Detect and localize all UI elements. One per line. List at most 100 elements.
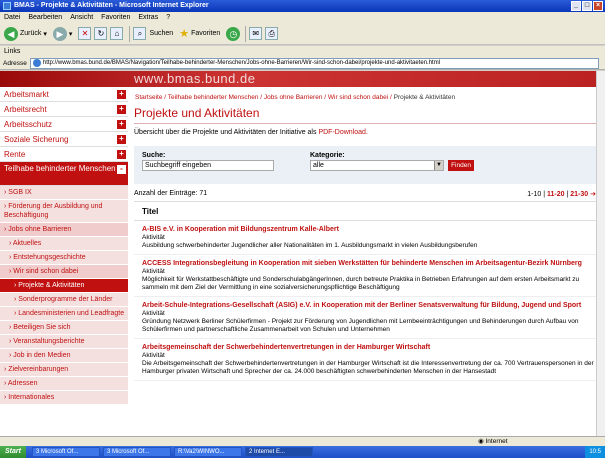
sidebar-item-arbeitsschutz[interactable]: Arbeitsschutz +: [0, 117, 128, 132]
plus-icon: +: [117, 150, 126, 159]
page-title: Projekte und Aktivitäten: [134, 106, 596, 124]
search-label: Suchen: [149, 30, 174, 37]
menu-extras[interactable]: Extras: [138, 12, 158, 23]
links-label[interactable]: Links: [4, 48, 20, 55]
sidebar-subitem-wir-sind-schon-dabei[interactable]: › Wir sind schon dabei: [0, 265, 128, 279]
sidebar-item-label: Soziale Sicherung: [4, 135, 69, 144]
category-select[interactable]: alle ▼: [310, 160, 444, 171]
home-icon[interactable]: ⌂: [110, 27, 124, 40]
pdf-download-link[interactable]: PDF-Download.: [318, 129, 367, 136]
breadcrumb-link[interactable]: Jobs ohne Barrieren: [264, 94, 323, 101]
sidebar-subitem-sonderprogramme[interactable]: › Sonderprogramme der Länder: [0, 293, 128, 307]
site-url-banner: www.bmas.bund.de: [134, 71, 256, 86]
sidebar-subitem-aktuelles[interactable]: › Aktuelles: [0, 237, 128, 251]
page-link[interactable]: 11-20: [547, 191, 565, 198]
result-title-link[interactable]: Arbeit-Schule-Integrations-Gesellschaft …: [142, 302, 596, 310]
address-label: Adresse: [3, 59, 27, 67]
sidebar-item-label: Teilhabe behinderter Menschen: [4, 164, 116, 173]
history-icon[interactable]: ◷: [226, 26, 241, 41]
window-titlebar: BMAS - Projekte & Aktivitäten - Microsof…: [0, 0, 605, 12]
sidebar-subitem-projekte[interactable]: › Projekte & Aktivitäten: [0, 279, 128, 293]
result-type: Aktivität: [142, 351, 165, 359]
sidebar-subitem-zielvereinbarungen[interactable]: › Zielvereinbarungen: [0, 363, 128, 377]
menu-bearbeiten[interactable]: Bearbeiten: [28, 12, 62, 23]
taskbar-button[interactable]: 2 Internet E...: [244, 447, 313, 457]
taskbar-button[interactable]: 3 Microsoft Of...: [31, 447, 100, 457]
menu-help[interactable]: ?: [166, 12, 170, 23]
favorites-button[interactable]: ★ Favoriten: [179, 27, 220, 40]
status-bar: ◉ Internet: [0, 436, 605, 446]
plus-icon: +: [117, 135, 126, 144]
toolbar: ◀ Zurück ▾ ▶ ▾ ✕ ↻ ⌂ ⌕ Suchen ★ Favorite…: [0, 23, 605, 45]
result-title-link[interactable]: ACCESS Integrationsbegleitung in Koopera…: [142, 260, 596, 268]
back-button[interactable]: ◀ Zurück ▾: [4, 26, 47, 41]
close-button[interactable]: ×: [593, 1, 603, 11]
zone-label: ◉ Internet: [478, 437, 508, 446]
category-label: Kategorie:: [310, 152, 345, 159]
result-title-link[interactable]: Arbeitsgemeinschaft der Schwerbehinderte…: [142, 344, 596, 352]
result-title-link[interactable]: A-BIS e.V. in Kooperation mit Bildungsze…: [142, 226, 596, 234]
stop-icon[interactable]: ✕: [78, 27, 92, 40]
sidebar-subitem-foerderung[interactable]: › Förderung der Ausbildung und Beschäfti…: [0, 200, 128, 223]
start-button[interactable]: Start: [0, 446, 26, 458]
taskbar: Start 3 Microsoft Of... 3 Microsoft Of..…: [0, 446, 605, 458]
menu-favoriten[interactable]: Favoriten: [101, 12, 130, 23]
sidebar-item-label: Arbeitsmarkt: [4, 90, 49, 99]
sidebar-subitem-job-medien[interactable]: › Job in den Medien: [0, 349, 128, 363]
sidebar-item-label: Arbeitsschutz: [4, 120, 53, 129]
address-bar: Adresse http://www.bmas.bund.de/BMAS/Nav…: [0, 57, 605, 70]
maximize-button[interactable]: □: [582, 1, 592, 11]
sidebar-subitem-jobs-ohne-barrieren[interactable]: › Jobs ohne Barrieren: [0, 223, 128, 237]
menu-ansicht[interactable]: Ansicht: [70, 12, 93, 23]
sidebar-subitem-entstehungsgeschichte[interactable]: › Entstehungsgeschichte: [0, 251, 128, 265]
breadcrumb-link[interactable]: Teilhabe behinderter Menschen: [168, 94, 259, 101]
sidebar-item-arbeitsmarkt[interactable]: Arbeitsmarkt +: [0, 87, 128, 102]
mail-icon[interactable]: ✉: [249, 27, 263, 40]
breadcrumb-link[interactable]: Wir sind schon dabei: [328, 94, 388, 101]
sidebar-item-arbeitsrecht[interactable]: Arbeitsrecht +: [0, 102, 128, 117]
search-input[interactable]: Suchbegriff eingeben: [142, 160, 274, 171]
chevron-down-icon: ▼: [434, 161, 443, 170]
breadcrumb: Startseite / Teilhabe behinderter Mensch…: [135, 94, 456, 101]
results-count: Anzahl der Einträge: 71: [134, 190, 208, 197]
sidebar-item-rente[interactable]: Rente +: [0, 147, 128, 162]
system-tray: 10:5: [585, 446, 605, 458]
list-item: Arbeitsgemeinschaft der Schwerbehinderte…: [134, 339, 596, 381]
site-banner: www.bmas.bund.de: [0, 71, 596, 87]
main-content: Startseite / Teilhabe behinderter Mensch…: [134, 87, 596, 436]
result-description: Die Arbeitsgemeinschaft der Schwerbehind…: [142, 359, 594, 376]
toolbar-separator: [245, 25, 247, 42]
result-description: Ausbildung schwerbehinderter Jugendliche…: [142, 242, 478, 249]
vertical-scrollbar[interactable]: [596, 71, 605, 436]
sidebar-subitem-sgb-ix[interactable]: › SGB IX: [0, 186, 128, 200]
taskbar-button[interactable]: 3 Microsoft Of...: [102, 447, 171, 457]
page-link[interactable]: 21-30: [570, 191, 588, 198]
find-button[interactable]: Finden: [448, 160, 474, 171]
sidebar-item-teilhabe[interactable]: Teilhabe behinderter Menschen -: [0, 162, 128, 186]
sidebar-subitem-adressen[interactable]: › Adressen: [0, 377, 128, 391]
search-button[interactable]: ⌕ Suchen: [133, 27, 173, 40]
sidebar-subitem-veranstaltungsberichte[interactable]: › Veranstaltungsberichte: [0, 335, 128, 349]
sidebar-item-label: Arbeitsrecht: [4, 105, 47, 114]
sidebar-subitem-landesministerien[interactable]: › Landesministerien und Leadfragte: [0, 307, 128, 321]
address-input[interactable]: http://www.bmas.bund.de/BMAS/Navigation/…: [29, 57, 599, 69]
taskbar-button[interactable]: R:\Va2\WINWO...: [173, 447, 242, 457]
back-arrow-icon: ◀: [4, 26, 18, 41]
breadcrumb-current: Projekte & Aktivitäten: [393, 94, 456, 101]
clock: 10:5: [589, 449, 601, 455]
menu-datei[interactable]: Datei: [4, 12, 20, 23]
refresh-icon[interactable]: ↻: [94, 27, 108, 40]
minimize-button[interactable]: _: [571, 1, 581, 11]
forward-button[interactable]: ▶ ▾: [52, 26, 72, 41]
ie-icon: [3, 2, 11, 10]
address-url: http://www.bmas.bund.de/BMAS/Navigation/…: [42, 60, 441, 66]
print-icon[interactable]: ⎙: [265, 27, 279, 40]
intro-body: Übersicht über die Projekte und Aktivitä…: [134, 129, 317, 136]
breadcrumb-link[interactable]: Startseite: [135, 94, 162, 101]
result-type: Aktivität: [142, 234, 165, 241]
sidebar-item-soziale-sicherung[interactable]: Soziale Sicherung +: [0, 132, 128, 147]
sidebar-subitem-beteiligen[interactable]: › Beteiligen Sie sich: [0, 321, 128, 335]
result-description: Gründung Netzwerk Berliner Schülerfirmen…: [142, 317, 579, 334]
sidebar-subitem-internationales[interactable]: › Internationales: [0, 391, 128, 405]
sidebar-nav: Arbeitsmarkt + Arbeitsrecht + Arbeitsschut…: [0, 87, 128, 436]
